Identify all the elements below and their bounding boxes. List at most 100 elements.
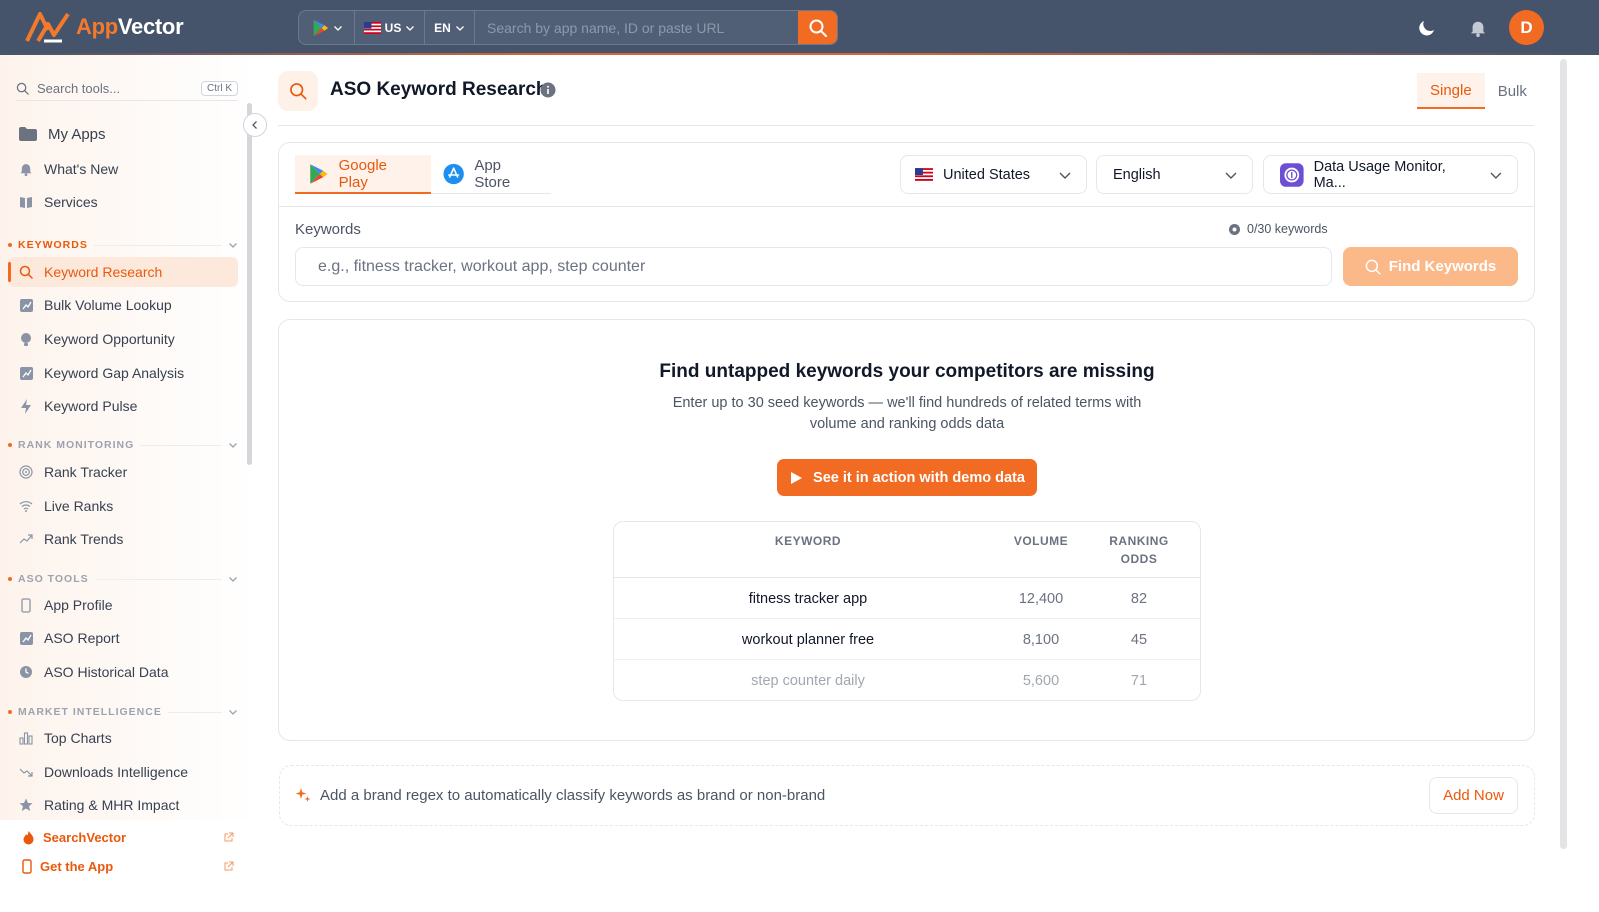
- country-select[interactable]: US: [355, 11, 425, 44]
- language-select[interactable]: EN: [425, 11, 475, 44]
- section-title: MARKET INTELLIGENCE: [18, 706, 162, 718]
- user-avatar[interactable]: D: [1509, 10, 1544, 45]
- sidebar-item-downloads-intelligence[interactable]: Downloads Intelligence: [18, 757, 188, 787]
- tool-search-placeholder: Search tools...: [37, 81, 121, 96]
- empty-state-subtitle: Enter up to 30 seed keywords — we'll fin…: [672, 395, 1142, 432]
- moon-icon: [1419, 21, 1434, 36]
- bell-icon: [18, 161, 34, 177]
- sidebar-item-aso-historical-data[interactable]: ASO Historical Data: [18, 657, 168, 687]
- country-dropdown[interactable]: United States: [900, 155, 1087, 194]
- sidebar-item-top-charts[interactable]: Top Charts: [18, 723, 112, 753]
- chevron-down-icon: [229, 443, 237, 448]
- sidebar-item-rank-tracker[interactable]: Rank Tracker: [18, 457, 127, 487]
- bell-icon: [1470, 21, 1486, 37]
- sidebar-item-keyword-research[interactable]: Keyword Research: [8, 257, 238, 287]
- play-icon: [791, 471, 803, 484]
- section-divider: [140, 444, 222, 446]
- sidebar-item-label: Downloads Intelligence: [44, 764, 188, 780]
- us-flag-icon: [915, 168, 933, 181]
- sidebar-item-rank-trends[interactable]: Rank Trends: [18, 524, 123, 554]
- section-divider: [94, 578, 222, 580]
- tab-google-play[interactable]: Google Play: [295, 155, 431, 194]
- section-market-intelligence[interactable]: MARKET INTELLIGENCE: [8, 706, 238, 718]
- sidebar-item-label: Keyword Gap Analysis: [44, 365, 185, 381]
- sidebar-item-bulk-volume-lookup[interactable]: Bulk Volume Lookup: [18, 290, 172, 320]
- column-header-volume: VOLUME: [1013, 534, 1069, 548]
- searchvector-link[interactable]: SearchVector: [22, 830, 234, 845]
- chevron-down-icon: [1225, 172, 1237, 179]
- chevron-down-icon: [333, 25, 342, 31]
- search-icon: [809, 19, 827, 37]
- search-icon: [290, 83, 307, 100]
- keyword-count: 0/30 keywords: [1229, 222, 1328, 236]
- app-dropdown[interactable]: Data Usage Monitor, Ma...: [1263, 155, 1518, 194]
- demo-data-button[interactable]: See it in action with demo data: [777, 459, 1037, 496]
- sidebar-item-rating-mhr-impact[interactable]: Rating & MHR Impact: [18, 790, 179, 820]
- page-scrollbar[interactable]: [1560, 59, 1567, 849]
- section-rank-monitoring[interactable]: RANK MONITORING: [8, 439, 238, 451]
- sidebar-item-whats-new[interactable]: What's New: [18, 154, 118, 184]
- app-search-input[interactable]: Search by app name, ID or paste URL: [475, 11, 798, 44]
- cell-keyword: fitness tracker app: [748, 590, 868, 607]
- tab-app-store[interactable]: App Store: [431, 155, 551, 194]
- notifications-button[interactable]: [1466, 16, 1490, 40]
- chevron-down-icon: [229, 710, 237, 715]
- sidebar-item-keyword-gap-analysis[interactable]: Keyword Gap Analysis: [18, 358, 184, 388]
- sidebar-item-my-apps[interactable]: My Apps: [18, 119, 106, 149]
- column-header-ranking-odds: RANKING ODDS: [1109, 534, 1169, 566]
- bar-chart-icon: [18, 730, 34, 746]
- tab-single[interactable]: Single: [1417, 73, 1485, 109]
- us-flag-icon: [363, 21, 381, 34]
- sidebar-collapse-button[interactable]: [243, 113, 267, 137]
- store-select[interactable]: [299, 11, 355, 44]
- get-the-app-link[interactable]: Get the App: [22, 859, 234, 874]
- find-keywords-button[interactable]: Find Keywords: [1343, 247, 1518, 286]
- chevron-down-icon: [406, 25, 415, 31]
- flame-icon: [23, 830, 34, 844]
- dark-mode-toggle[interactable]: [1415, 16, 1439, 40]
- search-icon: [1365, 259, 1381, 275]
- country-value: United States: [943, 166, 1031, 183]
- sidebar-item-label: What's New: [44, 161, 119, 177]
- sidebar-item-aso-report[interactable]: ASO Report: [18, 623, 119, 653]
- ext-link-label: SearchVector: [43, 830, 127, 845]
- keywords-input[interactable]: e.g., fitness tracker, workout app, step…: [295, 247, 1332, 286]
- language-dropdown[interactable]: English: [1096, 155, 1253, 194]
- add-now-button[interactable]: Add Now: [1429, 777, 1518, 814]
- sidebar-item-keyword-pulse[interactable]: Keyword Pulse: [18, 391, 137, 421]
- sidebar-item-label: Live Ranks: [44, 498, 114, 514]
- tab-bulk[interactable]: Bulk: [1485, 73, 1540, 109]
- cell-volume: 5,600: [1022, 672, 1060, 689]
- section-keywords[interactable]: KEYWORDS: [8, 239, 238, 251]
- cell-ranking-odds: 71: [1130, 672, 1148, 689]
- info-icon: [540, 82, 556, 98]
- search-icon: [16, 82, 29, 95]
- logo-text: AppVector: [76, 14, 184, 40]
- app-value: Data Usage Monitor, Ma...: [1313, 158, 1446, 191]
- section-dot: [8, 710, 12, 714]
- sidebar-scrollbar[interactable]: [247, 103, 252, 465]
- info-button[interactable]: [540, 82, 556, 101]
- sidebar-item-label: Rating & MHR Impact: [44, 797, 180, 813]
- find-keywords-label: Find Keywords: [1388, 258, 1497, 275]
- chevron-down-icon: [229, 243, 237, 248]
- sidebar-item-live-ranks[interactable]: Live Ranks: [18, 491, 113, 521]
- section-aso-tools[interactable]: ASO TOOLS: [8, 573, 238, 585]
- sidebar-item-label: Rank Tracker: [44, 464, 128, 480]
- sidebar-item-keyword-opportunity[interactable]: Keyword Opportunity: [18, 324, 175, 354]
- chevron-down-icon: [1059, 172, 1071, 179]
- logo-text-vector: Vector: [117, 14, 184, 39]
- sidebar-item-label: App Profile: [44, 597, 113, 613]
- trend-down-icon: [18, 764, 34, 780]
- table-row: step counter daily 5,600 71: [614, 660, 1200, 700]
- sidebar-item-label: ASO Historical Data: [44, 664, 169, 680]
- search-button[interactable]: [798, 11, 837, 44]
- sidebar-item-app-profile[interactable]: App Profile: [18, 590, 112, 620]
- sidebar-item-services[interactable]: Services: [18, 187, 98, 217]
- column-header-keyword: KEYWORD: [774, 534, 842, 548]
- trend-up-icon: [18, 531, 34, 547]
- section-dot: [8, 577, 12, 581]
- sidebar-item-label: Keyword Research: [44, 264, 163, 280]
- app-logo[interactable]: AppVector: [24, 10, 184, 44]
- tool-search-input[interactable]: Search tools... Ctrl K: [16, 77, 238, 101]
